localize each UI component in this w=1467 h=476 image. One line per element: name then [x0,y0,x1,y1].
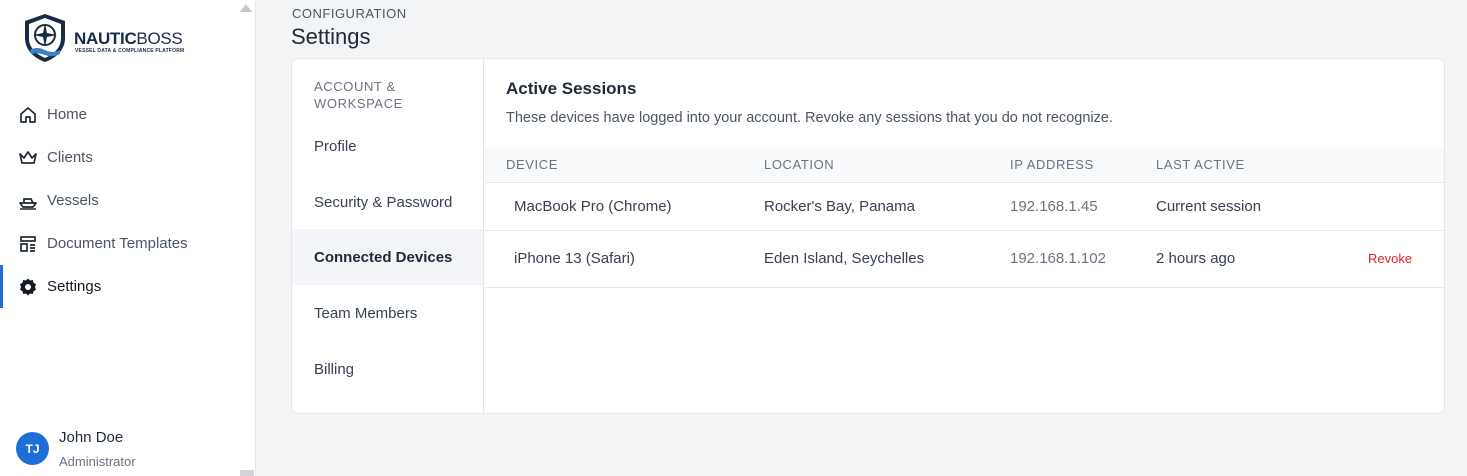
ship-icon [18,191,38,211]
device-last-active: 2 hours ago [1156,250,1236,267]
template-icon [18,234,38,254]
device-name: MacBook Pro (Chrome) [514,198,672,215]
table-row: iPhone 13 (Safari) Eden Island, Seychell… [485,231,1444,288]
column-header-last-active: LAST ACTIVE [1156,157,1245,172]
settings-tab-billing[interactable]: Billing [292,341,483,397]
sidebar-item-label: Home [47,106,88,123]
logo-wordmark: NAUTICBOSS [74,29,183,48]
crown-icon [18,148,38,168]
sidebar-item-label: Settings [47,278,102,295]
page-title: Settings [291,24,371,49]
settings-tab-security[interactable]: Security & Password [292,174,483,230]
avatar[interactable]: TJ [16,432,49,465]
column-header-ip-address: IP ADDRESS [1010,157,1094,172]
sessions-table: DEVICE LOCATION IP ADDRESS LAST ACTIVE M… [485,147,1444,288]
sidebar-item-home[interactable]: Home [0,93,255,136]
device-location: Rocker's Bay, Panama [764,198,915,215]
sidebar-item-clients[interactable]: Clients [0,136,255,179]
device-location: Eden Island, Seychelles [764,250,925,267]
column-header-device: DEVICE [506,157,559,172]
device-last-active: Current session [1156,198,1262,215]
table-row: MacBook Pro (Chrome) Rocker's Bay, Panam… [485,183,1444,231]
settings-tab-profile[interactable]: Profile [292,118,483,174]
user-profile[interactable]: TJ John Doe Administrator [16,425,246,471]
sidebar: NAUTICBOSS VESSEL DATA & COMPLIANCE PLAT… [0,0,256,476]
sidebar-nav: Home Clients Vessels Document Templates … [0,93,255,308]
sessions-description: These devices have logged into your acco… [506,110,1113,126]
settings-tab-connected-devices[interactable]: Connected Devices [292,229,483,285]
sidebar-item-label: Document Templates [47,235,188,252]
sessions-panel: Active Sessions These devices have logge… [485,59,1444,413]
home-icon [18,105,38,125]
table-header: DEVICE LOCATION IP ADDRESS LAST ACTIVE [485,147,1444,183]
sidebar-item-label: Vessels [47,192,99,209]
sidebar-item-vessels[interactable]: Vessels [0,179,255,222]
user-name: John Doe [59,429,124,446]
device-ip: 192.168.1.45 [1010,198,1098,215]
column-header-location: LOCATION [764,157,835,172]
sidebar-item-document-templates[interactable]: Document Templates [0,222,255,265]
scrollbar-up-arrow[interactable] [240,4,252,12]
page-eyebrow: CONFIGURATION [292,6,407,21]
settings-card: ACCOUNT & WORKSPACE Profile Security & P… [291,58,1445,414]
logo[interactable]: NAUTICBOSS VESSEL DATA & COMPLIANCE PLAT… [22,12,222,64]
sidebar-item-settings[interactable]: Settings [0,265,255,308]
revoke-button[interactable]: Revoke [1368,251,1412,266]
gear-icon [18,277,38,297]
logo-shield-icon [25,14,65,62]
settings-tab-team-members[interactable]: Team Members [292,285,483,341]
sidebar-item-label: Clients [47,149,93,166]
user-role: Administrator [59,454,136,469]
settings-nav: ACCOUNT & WORKSPACE Profile Security & P… [292,59,484,413]
device-ip: 192.168.1.102 [1010,250,1106,267]
device-name: iPhone 13 (Safari) [514,250,635,267]
logo-tagline: VESSEL DATA & COMPLIANCE PLATFORM [75,48,185,54]
settings-nav-group-label: ACCOUNT & WORKSPACE [314,79,403,111]
sessions-title: Active Sessions [506,79,637,98]
